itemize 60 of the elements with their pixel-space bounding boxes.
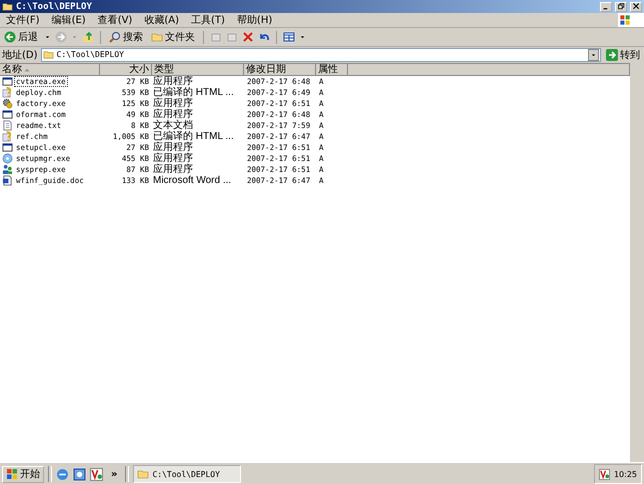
undo-icon bbox=[258, 31, 270, 43]
restore-icon bbox=[616, 2, 626, 11]
file-type: 已编译的 HTML ... bbox=[152, 131, 235, 142]
help-file-icon bbox=[2, 87, 13, 98]
file-type: 已编译的 HTML ... bbox=[152, 87, 235, 98]
start-button[interactable]: 开始 bbox=[2, 466, 44, 482]
column-header[interactable]: 修改日期 bbox=[244, 64, 316, 76]
folders-button[interactable]: 文件夹 bbox=[149, 30, 197, 44]
taskbar-button[interactable]: C:\Tool\DEPLOY bbox=[133, 465, 242, 483]
file-type: 应用程序 bbox=[152, 98, 194, 109]
address-label: 地址(D) bbox=[2, 48, 38, 62]
menu-item[interactable]: 编辑(E) bbox=[46, 13, 92, 27]
minimize-button[interactable] bbox=[600, 2, 612, 12]
delete-icon bbox=[242, 31, 254, 43]
v-icon bbox=[598, 468, 610, 480]
folder-icon bbox=[42, 49, 54, 60]
address-field[interactable]: C:\Tool\DEPLOY bbox=[40, 48, 601, 62]
go-button[interactable]: 转到 bbox=[604, 48, 642, 62]
people-icon bbox=[2, 164, 13, 175]
menu-item[interactable]: 工具(T) bbox=[185, 13, 231, 27]
file-type: Microsoft Word ... bbox=[152, 175, 232, 186]
column-header[interactable]: 属性 bbox=[316, 64, 348, 76]
file-type: 应用程序 bbox=[152, 142, 194, 153]
search-icon bbox=[109, 31, 121, 43]
dropdown-button[interactable] bbox=[588, 48, 599, 60]
file-type: 应用程序 bbox=[152, 76, 194, 87]
file-type: 应用程序 bbox=[152, 153, 194, 164]
folder-icon bbox=[151, 31, 163, 43]
up-folder-icon bbox=[82, 31, 94, 43]
more-button[interactable]: » bbox=[107, 468, 122, 480]
v-icon[interactable] bbox=[90, 468, 103, 480]
copy-to-icon bbox=[226, 31, 238, 43]
menu-item[interactable]: 帮助(H) bbox=[230, 13, 278, 27]
logo-icon bbox=[618, 13, 644, 27]
folder-icon bbox=[137, 468, 150, 480]
close-icon bbox=[632, 2, 640, 11]
menu-item[interactable]: 文件(F) bbox=[0, 13, 46, 27]
forward-arrow-icon bbox=[55, 31, 67, 43]
search-button[interactable]: 搜索 bbox=[107, 30, 145, 44]
go-arrow-icon bbox=[606, 48, 618, 60]
back-button[interactable]: 后退 bbox=[2, 30, 40, 44]
views-icon bbox=[283, 31, 295, 43]
move-to-icon bbox=[210, 31, 222, 43]
column-header[interactable]: 大小 bbox=[100, 64, 152, 76]
help-file-icon bbox=[2, 131, 13, 142]
column-header[interactable]: 类型 bbox=[152, 64, 244, 76]
folder-icon bbox=[2, 1, 13, 12]
clock: 10:25 bbox=[614, 470, 637, 478]
file-type: 应用程序 bbox=[152, 109, 194, 120]
close-button[interactable] bbox=[630, 2, 642, 12]
column-header[interactable]: 名称 bbox=[0, 64, 100, 76]
file-type: 应用程序 bbox=[152, 164, 194, 175]
back-arrow-icon bbox=[4, 31, 16, 43]
window-title: C:\Tool\DEPLOY bbox=[16, 2, 93, 12]
menu-item[interactable]: 收藏(A) bbox=[138, 13, 185, 27]
file-type: 文本文档 bbox=[152, 120, 194, 131]
restore-button[interactable] bbox=[615, 2, 627, 12]
window-icon[interactable] bbox=[73, 468, 86, 480]
windows-logo-icon bbox=[6, 468, 18, 480]
menu-item[interactable]: 查看(V) bbox=[92, 13, 138, 27]
